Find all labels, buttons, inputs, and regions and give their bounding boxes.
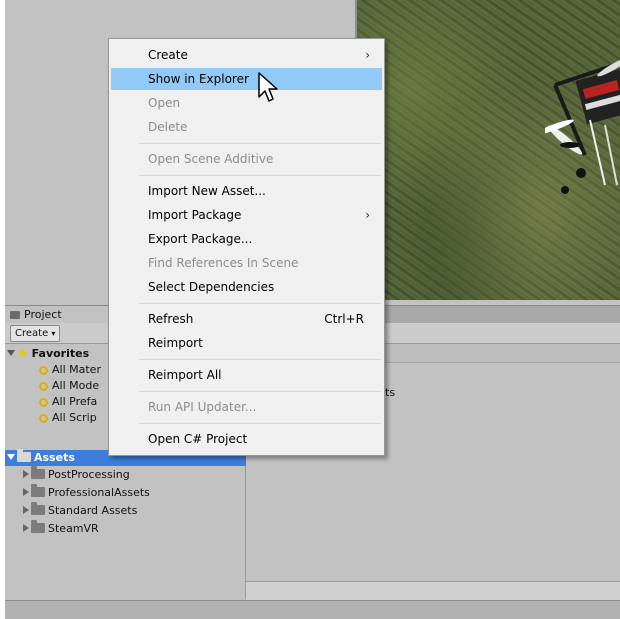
status-bar: [5, 600, 620, 619]
chevron-right-icon: ›: [365, 208, 370, 222]
menu-separator: [139, 143, 381, 144]
favorites-item-label: All Scrip: [52, 411, 97, 424]
favorites-item[interactable]: All Prefa: [39, 394, 97, 410]
folder-icon: [31, 520, 45, 533]
menu-item-label: Find References In Scene: [148, 256, 299, 270]
mouse-pointer-icon: [258, 72, 278, 102]
favorites-item-label: All Prefa: [52, 395, 98, 408]
create-dropdown-button[interactable]: Create ▾: [10, 325, 61, 342]
search-icon: [39, 366, 48, 375]
menu-item-label: Open: [148, 96, 181, 110]
folder-row[interactable]: ProfessionalAssets: [23, 484, 150, 501]
favorites-item-label: All Mater: [52, 363, 101, 376]
menu-separator: [139, 359, 381, 360]
favorites-label: Favorites: [31, 347, 90, 360]
folder-label: ProfessionalAssets: [48, 486, 150, 499]
folder-icon: [31, 484, 45, 497]
favorites-item[interactable]: All Scrip: [39, 410, 97, 426]
menu-item-open: Open: [111, 92, 382, 114]
menu-item-label: Delete: [148, 120, 188, 134]
favorites-item[interactable]: All Mater: [39, 362, 101, 378]
menu-item-refresh[interactable]: Refresh Ctrl+R: [111, 308, 382, 330]
folder-row[interactable]: PostProcessing: [23, 466, 130, 483]
folder-icon: [17, 449, 31, 462]
expand-arrow-icon[interactable]: [23, 506, 29, 514]
folder-icon: [31, 502, 45, 515]
folder-label: PostProcessing: [48, 468, 130, 481]
menu-item-label: Show in Explorer: [148, 72, 249, 86]
menu-item-import-new-asset[interactable]: Import New Asset...: [111, 180, 382, 202]
assets-label: Assets: [34, 451, 75, 464]
menu-item-run-api-updater: Run API Updater...: [111, 396, 382, 418]
context-menu: Create › Show in Explorer Open Delete Op…: [108, 38, 385, 456]
menu-item-label: Run API Updater...: [148, 400, 257, 414]
menu-item-label: Select Dependencies: [148, 280, 275, 294]
tab-project-label: Project: [24, 308, 62, 321]
create-button-label: Create: [15, 328, 49, 339]
menu-item-reimport[interactable]: Reimport: [111, 332, 382, 354]
menu-item-open-scene-additive: Open Scene Additive: [111, 148, 382, 170]
folder-label: Standard Assets: [48, 504, 138, 517]
menu-item-create[interactable]: Create ›: [111, 44, 382, 66]
favorites-item[interactable]: All Mode: [39, 378, 99, 394]
menu-separator: [139, 423, 381, 424]
menu-item-find-references: Find References In Scene: [111, 252, 382, 274]
menu-item-label: Reimport: [148, 336, 203, 350]
expand-arrow-icon[interactable]: [23, 524, 29, 532]
expand-arrow-icon[interactable]: [7, 350, 15, 356]
menu-item-select-dependencies[interactable]: Select Dependencies: [111, 276, 382, 298]
menu-item-label: Import Package: [148, 208, 242, 222]
folder-icon: [31, 466, 45, 479]
folder-row[interactable]: SteamVR: [23, 520, 99, 537]
menu-item-delete: Delete: [111, 116, 382, 138]
chevron-right-icon: ›: [365, 48, 370, 62]
menu-item-show-in-explorer[interactable]: Show in Explorer: [111, 68, 382, 90]
menu-item-label: Refresh: [148, 312, 194, 326]
menu-separator: [139, 303, 381, 304]
menu-item-label: Export Package...: [148, 232, 253, 246]
menu-item-label: Reimport All: [148, 368, 222, 382]
menu-item-label: Open Scene Additive: [148, 152, 274, 166]
menu-separator: [139, 175, 381, 176]
content-footer: [246, 581, 620, 600]
folder-icon: [10, 311, 20, 319]
drone-model: [545, 57, 620, 194]
search-icon: [39, 382, 48, 391]
menu-item-label: Import New Asset...: [148, 184, 266, 198]
folder-row[interactable]: Standard Assets: [23, 502, 138, 519]
expand-arrow-icon[interactable]: [23, 488, 29, 496]
folder-label: SteamVR: [48, 522, 99, 535]
menu-item-open-csharp-project[interactable]: Open C# Project: [111, 428, 382, 450]
favorites-item-label: All Mode: [52, 379, 100, 392]
content-text: ts: [385, 386, 396, 399]
favorites-row[interactable]: ★ Favorites: [7, 346, 89, 362]
menu-item-export-package[interactable]: Export Package...: [111, 228, 382, 250]
search-icon: [39, 414, 48, 423]
shortcut-label: Ctrl+R: [324, 312, 364, 326]
menu-item-import-package[interactable]: Import Package ›: [111, 204, 382, 226]
menu-item-reimport-all[interactable]: Reimport All: [111, 364, 382, 386]
menu-item-label: Create: [148, 48, 188, 62]
chevron-down-icon: ▾: [51, 329, 56, 338]
expand-arrow-icon[interactable]: [7, 454, 15, 460]
menu-item-label: Open C# Project: [148, 432, 248, 446]
expand-arrow-icon[interactable]: [23, 470, 29, 478]
tab-project[interactable]: Project: [5, 306, 115, 323]
star-icon: ★: [17, 346, 29, 361]
menu-separator: [139, 391, 381, 392]
scene-view[interactable]: [357, 0, 620, 300]
search-icon: [39, 398, 48, 407]
